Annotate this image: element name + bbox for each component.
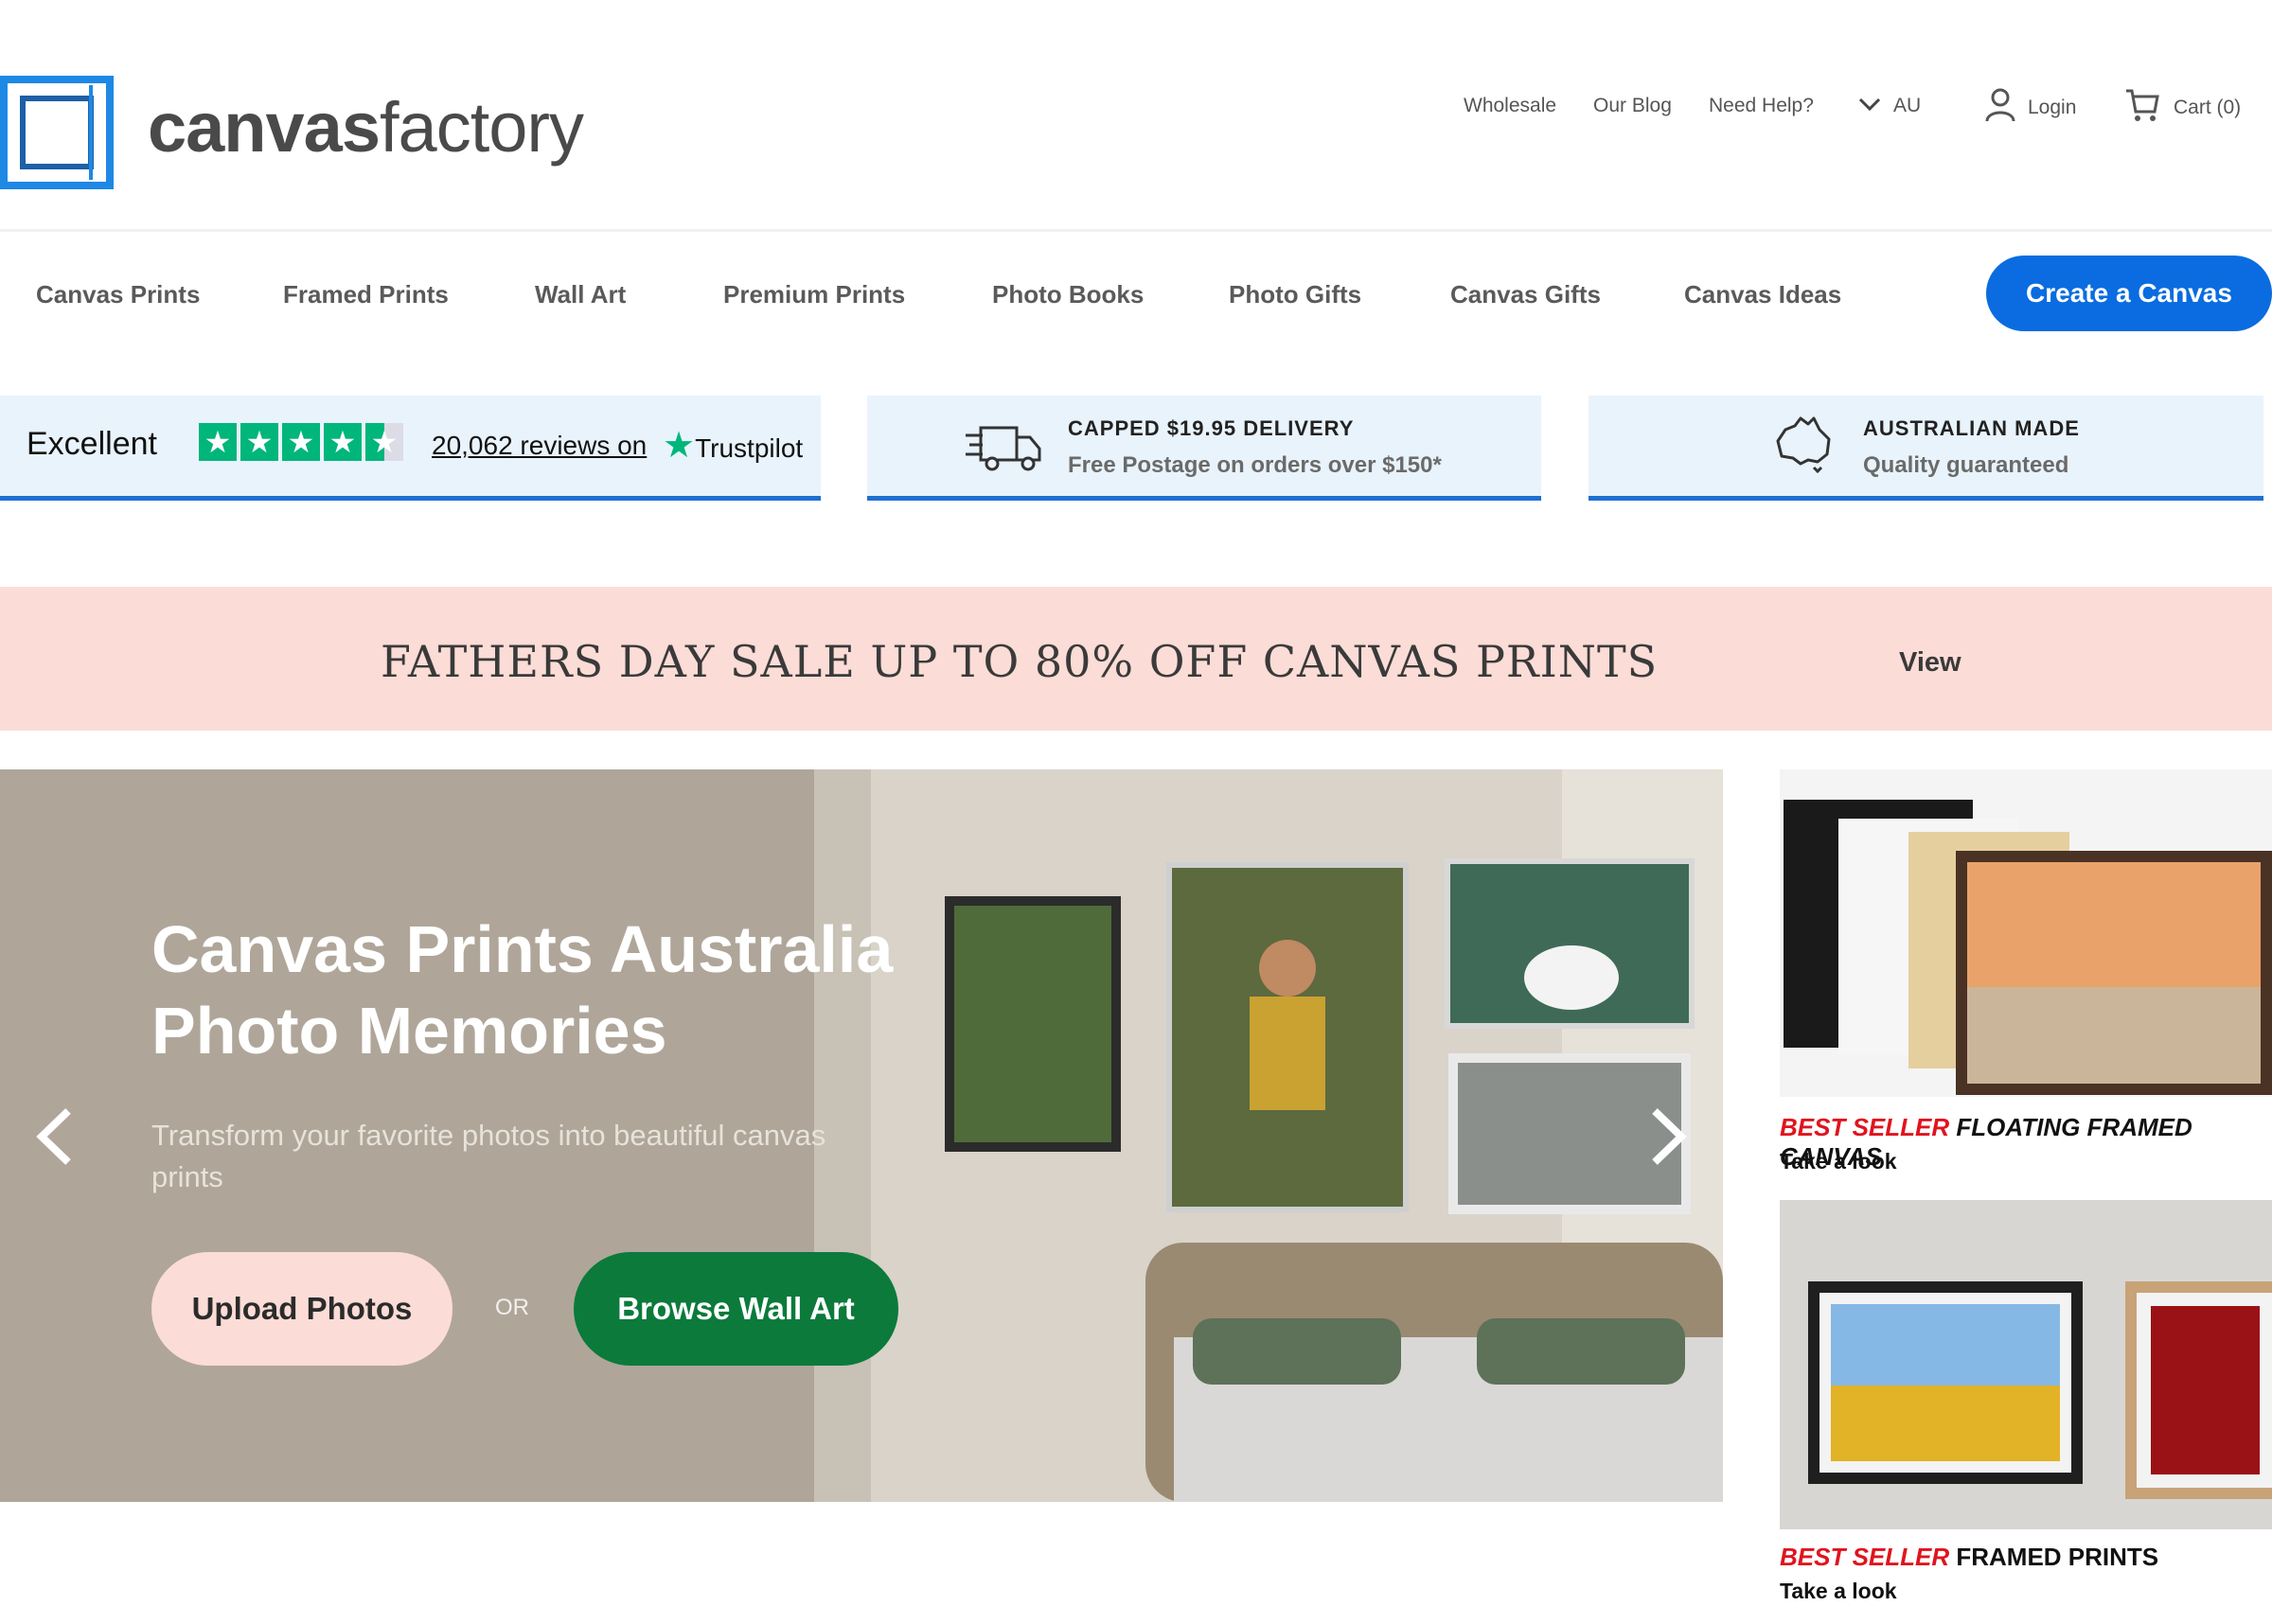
nav-canvas-prints[interactable]: Canvas Prints [36,280,200,309]
trustpilot-star-icon: ★ [663,426,696,466]
made-title: AUSTRALIAN MADE [1863,416,2080,440]
star-icon: ★ [282,423,320,461]
cart-link[interactable]: Cart (0) [2124,87,2241,128]
chevron-down-icon [1857,96,1882,117]
promo-view-link[interactable]: View [1899,647,1961,679]
delivery-title: CAPPED $19.95 DELIVERY [1068,416,1355,440]
login-label: Login [2028,96,2077,118]
browse-wall-art-button[interactable]: Browse Wall Art [574,1252,898,1366]
trustpilot-reviews-link[interactable]: 20,062 reviews on [432,431,647,461]
nav-premium-prints[interactable]: Premium Prints [723,280,905,309]
create-canvas-button[interactable]: Create a Canvas [1986,256,2272,331]
made-subtitle: Quality guaranteed [1863,452,2069,478]
australia-map-icon [1772,413,1835,480]
nav-wall-art[interactable]: Wall Art [535,280,626,309]
blog-link[interactable]: Our Blog [1593,95,1672,117]
best-seller-badge: BEST SELLER [1780,1113,1950,1141]
star-icon: ★ [240,423,278,461]
nav-photo-books[interactable]: Photo Books [992,280,1144,309]
floating-framed-canvas-image[interactable] [1780,769,2272,1097]
header-divider [0,229,2272,232]
best-seller-badge: BEST SELLER [1780,1543,1950,1571]
cart-label: Cart (0) [2174,96,2242,118]
nav-canvas-ideas[interactable]: Canvas Ideas [1684,280,1841,309]
cart-icon [2124,87,2160,128]
nav-canvas-gifts[interactable]: Canvas Gifts [1450,280,1601,309]
nav-framed-prints[interactable]: Framed Prints [283,280,449,309]
trustpilot-rating-label: Excellent [27,426,157,462]
half-star-icon: ★ [365,423,403,461]
logo-wordmark[interactable]: canvasfactory [148,87,584,168]
framed-prints-title[interactable]: BEST SELLER FRAMED PRINTS [1780,1543,2158,1572]
login-link[interactable]: Login [1984,87,2076,128]
card-title: FRAMED PRINTS [1956,1543,2159,1571]
promo-text: FATHERS DAY SALE UP TO 80% OFF CANVAS PR… [381,636,1659,687]
hero-subtitle: Transform your favorite photos into beau… [151,1119,826,1193]
carousel-prev-icon[interactable] [34,1105,76,1173]
delivery-truck-icon [964,422,1043,480]
logo-bold: canvas [148,88,381,167]
wholesale-link[interactable]: Wholesale [1464,95,1556,117]
region-selector[interactable]: AU [1857,95,1921,117]
take-a-look-link[interactable]: Take a look [1780,1579,1897,1604]
delivery-subtitle: Free Postage on orders over $150* [1068,452,1442,478]
trustpilot-brand: Trustpilot [695,433,804,463]
region-label: AU [1893,95,1922,116]
logo-icon[interactable] [0,76,114,189]
logo-light: factory [379,88,584,167]
trustpilot-stars: ★ ★ ★ ★ ★ [199,423,403,461]
trustpilot-logo[interactable]: ★Trustpilot [663,424,803,467]
hero-title-line2: Photo Memories [151,994,667,1068]
upload-photos-button[interactable]: Upload Photos [151,1252,453,1366]
star-icon: ★ [324,423,362,461]
hero-title: Canvas Prints Australia Photo Memories [151,909,893,1071]
carousel-next-icon[interactable] [1647,1105,1689,1173]
help-link[interactable]: Need Help? [1709,95,1814,117]
user-icon [1984,87,2016,128]
nav-photo-gifts[interactable]: Photo Gifts [1229,280,1361,309]
star-icon: ★ [199,423,237,461]
framed-prints-image[interactable] [1780,1200,2272,1529]
australian-made-bar[interactable] [1589,396,2263,501]
or-separator: OR [495,1295,529,1320]
hero-title-line1: Canvas Prints Australia [151,912,894,986]
take-a-look-link[interactable]: Take a look [1780,1149,1897,1174]
